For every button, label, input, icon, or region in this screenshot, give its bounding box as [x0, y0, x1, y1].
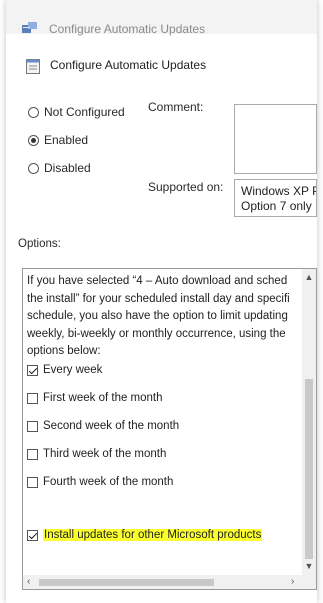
supported-line: Option 7 only [241, 199, 312, 213]
checkbox[interactable] [27, 420, 38, 432]
options-panel: If you have selected “4 – Auto download … [22, 268, 317, 590]
page-title: Configure Automatic Updates [50, 58, 207, 72]
vertical-scrollbar[interactable]: ▲ ▼ [302, 269, 316, 589]
description-line: schedule, you also have the option to li… [27, 310, 288, 322]
checkbox[interactable] [27, 476, 38, 488]
supported-on-label: Supported on: [148, 180, 224, 194]
radio-button[interactable] [28, 134, 39, 146]
policy-setting-icon [26, 59, 40, 74]
comment-label: Comment: [148, 100, 204, 114]
checkbox-label: Second week of the month [43, 420, 180, 432]
scroll-right-icon[interactable]: › [291, 576, 294, 587]
comment-field[interactable] [234, 104, 317, 174]
checkbox-label: Fourth week of the month [43, 476, 174, 488]
supported-on-field: Windows XP P Option 7 only [234, 179, 317, 217]
checkbox-second-week[interactable]: Second week of the month [27, 418, 179, 434]
checkbox-label: Every week [43, 364, 103, 376]
window-title: Configure Automatic Updates [49, 22, 206, 36]
checkbox[interactable] [27, 529, 38, 541]
radio-label: Not Configured [44, 105, 125, 119]
radio-label: Disabled [44, 161, 91, 175]
radio-enabled[interactable]: Enabled [28, 132, 88, 148]
scroll-up-icon[interactable]: ▲ [304, 272, 314, 282]
options-label: Options: [18, 238, 61, 250]
description-line: If you have selected “4 – Auto download … [27, 275, 288, 287]
scroll-left-icon[interactable]: ‹ [27, 576, 30, 587]
checkbox[interactable] [27, 392, 38, 404]
description-line: options below: [27, 345, 101, 357]
checkbox-first-week[interactable]: First week of the month [27, 390, 163, 406]
radio-button[interactable] [28, 162, 39, 174]
policy-dialog: Configure Automatic Updates Configure Au… [6, 0, 317, 603]
checkbox-label: Third week of the month [43, 448, 167, 460]
radio-not-configured[interactable]: Not Configured [28, 104, 125, 120]
checkbox[interactable] [27, 448, 38, 460]
horizontal-scroll-thumb[interactable] [39, 579, 214, 586]
checkbox-label: First week of the month [43, 392, 163, 404]
supported-line: Windows XP P [241, 184, 317, 198]
title-bar: Configure Automatic Updates [6, 0, 317, 36]
description-line: the install” for your scheduled install … [27, 292, 290, 305]
checkbox-fourth-week[interactable]: Fourth week of the month [27, 474, 173, 490]
horizontal-scrollbar[interactable]: ‹ › [23, 575, 303, 589]
checkbox-label: Install updates for other Microsoft prod… [43, 529, 263, 541]
radio-button[interactable] [28, 106, 39, 118]
scroll-down-icon[interactable]: ▼ [304, 561, 314, 571]
checkbox-other-microsoft-products[interactable]: Install updates for other Microsoft prod… [27, 527, 263, 543]
checkbox-third-week[interactable]: Third week of the month [27, 446, 166, 462]
checkbox[interactable] [27, 364, 38, 376]
group-policy-icon [22, 21, 37, 33]
description-line: weekly, bi-weekly or monthly occurrence,… [27, 327, 286, 340]
options-description: If you have selected “4 – Auto download … [27, 273, 303, 361]
radio-disabled[interactable]: Disabled [28, 160, 91, 176]
vertical-scroll-thumb[interactable] [305, 379, 313, 559]
checkbox-every-week[interactable]: Every week [27, 362, 102, 378]
radio-label: Enabled [44, 133, 89, 147]
